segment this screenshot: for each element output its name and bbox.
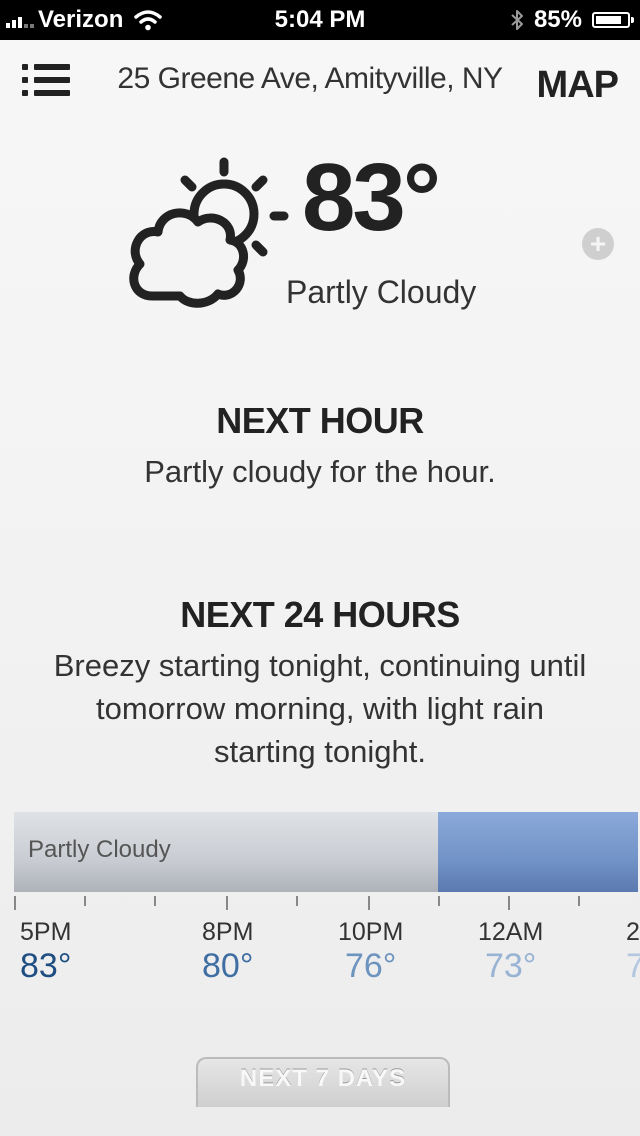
bluetooth-icon xyxy=(511,10,523,30)
timeline-tick xyxy=(508,896,510,910)
hour-item: 2 7 xyxy=(626,918,640,986)
next-24-hours-summary: Breezy starting tonight, continuing unti… xyxy=(53,648,587,769)
location-label[interactable]: 25 Greene Ave, Amityville, NY xyxy=(110,62,510,96)
timeline-ticks xyxy=(14,896,640,916)
current-temperature: 83° xyxy=(302,144,441,251)
menu-icon[interactable] xyxy=(22,64,70,106)
hour-time: 10PM xyxy=(338,918,404,946)
current-condition: Partly Cloudy xyxy=(286,274,477,310)
timeline-tick xyxy=(296,896,298,906)
next-7-days-button[interactable]: NEXT 7 DAYS xyxy=(196,1057,450,1107)
battery-icon xyxy=(592,12,634,28)
hourly-forecast: 5PM 83° 8PM 80° 10PM 76° 12AM 73° 2 7 xyxy=(0,918,640,998)
timeline-tick xyxy=(438,896,440,906)
hour-item: 5PM 83° xyxy=(20,918,71,986)
timeline-tick xyxy=(578,896,580,906)
timeline-segment-rain xyxy=(438,812,638,892)
timeline-segment-label: Partly Cloudy xyxy=(28,836,171,863)
map-button[interactable]: MAP xyxy=(537,64,619,107)
forecast-timeline[interactable]: Partly Cloudy xyxy=(14,812,640,892)
hour-temp: 7 xyxy=(626,947,640,985)
hour-time: 2 xyxy=(626,918,640,946)
hour-temp: 83° xyxy=(20,947,72,985)
hour-item: 12AM 73° xyxy=(478,918,543,986)
plus-icon[interactable]: + xyxy=(582,228,614,260)
hour-temp: 73° xyxy=(484,947,537,985)
status-bar: Verizon 5:04 PM 85% xyxy=(0,0,640,40)
partly-cloudy-icon xyxy=(129,157,289,308)
next-hour-title: NEXT HOUR xyxy=(216,400,424,441)
timeline-tick xyxy=(226,896,228,910)
hour-time: 8PM xyxy=(202,918,254,946)
hour-time: 12AM xyxy=(478,918,544,946)
timeline-tick xyxy=(14,896,16,910)
timeline-tick xyxy=(368,896,370,910)
hour-temp: 76° xyxy=(344,947,397,985)
timeline-tick xyxy=(154,896,156,906)
hour-item: 8PM 80° xyxy=(202,918,253,986)
timeline-tick xyxy=(84,896,86,906)
hour-item: 10PM 76° xyxy=(338,918,403,986)
next-hour-summary: Partly cloudy for the hour. xyxy=(144,454,496,489)
timeline-segment-cloudy: Partly Cloudy xyxy=(14,812,438,892)
battery-fill xyxy=(596,16,622,24)
battery-percent: 85% xyxy=(533,6,582,33)
hour-time: 5PM xyxy=(20,918,72,946)
status-bar-right: 85% xyxy=(510,6,634,34)
hour-temp: 80° xyxy=(202,947,254,985)
next-24-hours-title: NEXT 24 HOURS xyxy=(180,594,460,635)
